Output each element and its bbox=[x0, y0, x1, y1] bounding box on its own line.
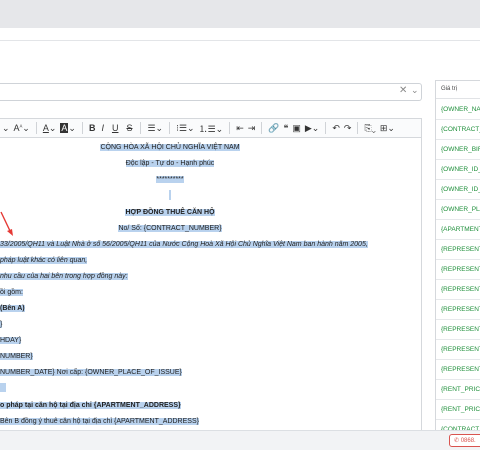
doc-line-8: nhu cầu của hai bên trong hợp đồng này: bbox=[0, 273, 128, 280]
redo-icon[interactable]: ↷ bbox=[342, 119, 354, 137]
doc-line-10: (Bên A) bbox=[0, 305, 25, 312]
doc-line-3: ********** bbox=[156, 176, 184, 183]
paste-icon[interactable]: ⎘⌄ bbox=[362, 119, 377, 137]
panel-header: Giá trị bbox=[436, 81, 480, 99]
undo-icon[interactable]: ↶ bbox=[330, 119, 342, 137]
toolbar-divider bbox=[81, 122, 83, 134]
variable-panel: Giá trị {OWNER_NA {CONTRACT_ {OWNER_BIR {OW… bbox=[435, 80, 480, 430]
link-icon[interactable]: 🔗 bbox=[266, 119, 281, 137]
table-icon[interactable]: ⊞⌄ bbox=[378, 119, 397, 137]
toolbar-divider bbox=[261, 122, 263, 134]
strikethrough-button[interactable]: S bbox=[122, 119, 136, 137]
variable-item[interactable]: {OWNER_PLA bbox=[436, 200, 480, 220]
underline-button[interactable]: U bbox=[108, 119, 123, 137]
toolbar-divider bbox=[169, 122, 171, 134]
doc-line-2: Độc lập - Tự do - Hạnh phúc bbox=[125, 160, 215, 167]
variable-item[interactable]: {RENT_PRIC bbox=[436, 380, 480, 400]
bullet-list-icon[interactable]: ⁝☰⌄ bbox=[174, 119, 196, 137]
doc-line-13: NUMBER} bbox=[0, 353, 33, 360]
outdent-icon[interactable]: ⇤ bbox=[234, 119, 246, 137]
variable-item[interactable]: {CONTRACT_ bbox=[436, 120, 480, 140]
empty-line-highlight bbox=[169, 190, 171, 200]
chevron-down-icon[interactable]: ⌄ bbox=[411, 85, 419, 96]
toolbar-divider bbox=[140, 122, 142, 134]
text-color-button[interactable]: A ⌄ bbox=[41, 119, 59, 137]
italic-button[interactable]: I bbox=[97, 119, 108, 137]
variable-item[interactable]: {OWNER_ID_ bbox=[436, 180, 480, 200]
image-icon[interactable]: ▣ bbox=[290, 119, 303, 137]
media-icon[interactable]: ▶⌄ bbox=[303, 119, 321, 137]
numbered-list-icon[interactable]: ⒈☰⌄ bbox=[197, 119, 226, 137]
indent-icon[interactable]: ⇥ bbox=[246, 119, 258, 137]
doc-line-14: NUMBER_DATE} Nơi cấp: {OWNER_PLACE_OF_IS… bbox=[0, 369, 182, 376]
doc-line-15: o pháp tại căn hộ tại địa chỉ {APARTMENT… bbox=[0, 402, 181, 409]
editor-toolbar: ⌄ Aᴬ ⌄ A ⌄ A ⌄ B I U S ☰⌄ ⁝☰⌄ ⒈☰⌄ ⇤ ⇥ 🔗 ❝ ▣… bbox=[0, 118, 422, 138]
toolbar-divider bbox=[325, 122, 327, 134]
highlight-icon: A bbox=[60, 123, 69, 133]
doc-line-6: 33/2005/QH11 và Luật Nhà ở số 56/2005/QH… bbox=[0, 241, 368, 248]
variable-item[interactable]: {OWNER_ID_ bbox=[436, 160, 480, 180]
doc-line-1: CỘNG HÒA XÃ HỘI CHỦ NGHĨA VIỆT NAM bbox=[100, 144, 240, 151]
highlight-color-button[interactable]: A ⌄ bbox=[58, 119, 78, 137]
bold-button[interactable]: B bbox=[87, 119, 98, 137]
variable-item[interactable]: {APARTMENT bbox=[436, 220, 480, 240]
phone-button[interactable]: ✆ 0868. bbox=[449, 434, 480, 447]
toolbar-divider bbox=[35, 122, 37, 134]
chevron-down-icon[interactable]: ⌄ bbox=[0, 119, 12, 137]
red-arrow-annotation bbox=[0, 211, 13, 236]
variable-item[interactable]: {OWNER_NA bbox=[436, 100, 480, 120]
template-select[interactable]: ✕ ⌄ bbox=[0, 83, 422, 101]
doc-line-16: Bên B đồng ý thuê căn hộ tại địa chỉ {AP… bbox=[0, 418, 199, 425]
variable-item[interactable]: {OWNER_BIR bbox=[436, 140, 480, 160]
font-size-button[interactable]: Aᴬ ⌄ bbox=[12, 119, 32, 137]
align-icon[interactable]: ☰⌄ bbox=[145, 119, 165, 137]
clear-icon[interactable]: ✕ bbox=[399, 85, 407, 96]
variable-item[interactable]: {REPRESENT bbox=[436, 260, 480, 280]
doc-line-9: ồi gồm: bbox=[0, 289, 23, 296]
variable-item[interactable]: {REPRESENT bbox=[436, 240, 480, 260]
empty-line-highlight bbox=[0, 383, 6, 392]
doc-line-12: HDAY} bbox=[0, 337, 22, 344]
doc-line-7: pháp luật khác có liên quan, bbox=[0, 257, 88, 264]
variable-item[interactable]: {CONTRACT_ bbox=[436, 420, 480, 430]
variable-item[interactable]: {REPRESENT bbox=[436, 280, 480, 300]
doc-line-5: No/ Số: {CONTRACT_NUMBER} bbox=[118, 225, 222, 232]
header-divider bbox=[0, 40, 480, 41]
variable-item[interactable]: {REPRESENT bbox=[436, 360, 480, 380]
phone-icon: ✆ bbox=[454, 438, 460, 444]
bottom-bar: ✆ 0868. bbox=[0, 430, 480, 450]
quote-icon[interactable]: ❝ bbox=[282, 119, 291, 137]
variable-item[interactable]: {REPRESENT bbox=[436, 340, 480, 360]
variable-item[interactable]: {REPRESENT bbox=[436, 300, 480, 320]
toolbar-divider bbox=[229, 122, 231, 134]
doc-title: HỢP ĐỒNG THUÊ CĂN HỘ bbox=[125, 209, 215, 216]
variable-item[interactable]: {RENT_PRIC bbox=[436, 400, 480, 420]
toolbar-divider bbox=[357, 122, 359, 134]
variable-item[interactable]: {REPRESENT bbox=[436, 320, 480, 340]
browser-top-strip bbox=[0, 0, 480, 28]
document-editor[interactable]: CỘNG HÒA XÃ HỘI CHỦ NGHĨA VIỆT NAM Độc l… bbox=[0, 138, 422, 430]
doc-line-11: } bbox=[0, 321, 3, 328]
